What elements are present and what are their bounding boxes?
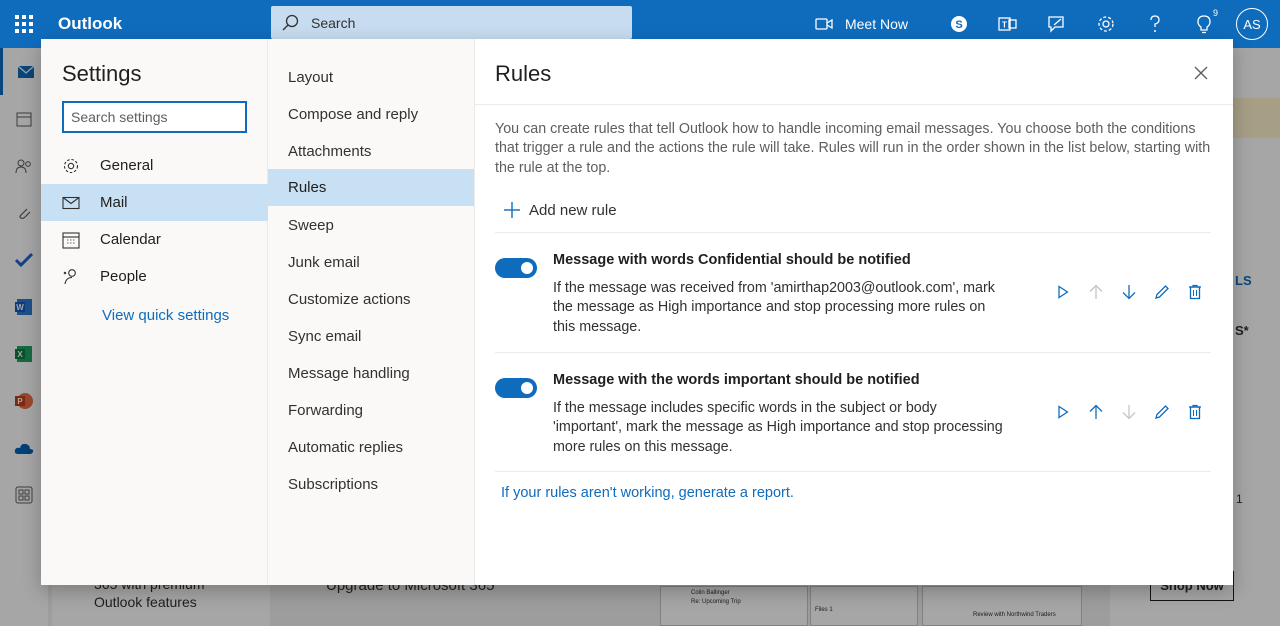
plus-icon xyxy=(504,202,520,218)
trash-icon xyxy=(1188,404,1201,420)
feedback-icon xyxy=(1047,16,1064,33)
search-placeholder: Search xyxy=(311,14,356,31)
section-compose-and-reply[interactable]: Compose and reply xyxy=(268,96,474,133)
move-down-button[interactable] xyxy=(1112,400,1145,424)
category-calendar[interactable]: Calendar xyxy=(41,221,268,258)
add-new-rule-label: Add new rule xyxy=(529,201,617,219)
mail-sections-pane: Layout Compose and reply Attachments Rul… xyxy=(268,39,475,585)
section-forwarding[interactable]: Forwarding xyxy=(268,392,474,429)
move-up-button[interactable] xyxy=(1079,400,1112,424)
teams-icon: T xyxy=(997,17,1017,31)
trash-icon xyxy=(1188,284,1201,300)
view-quick-settings-link[interactable]: View quick settings xyxy=(102,307,229,324)
svg-text:S: S xyxy=(955,19,962,31)
close-icon xyxy=(1194,66,1208,80)
gear-icon xyxy=(63,158,78,173)
section-sync-email[interactable]: Sync email xyxy=(268,318,474,355)
section-sweep[interactable]: Sweep xyxy=(268,207,474,244)
category-people[interactable]: People xyxy=(41,258,268,295)
section-message-handling[interactable]: Message handling xyxy=(268,355,474,392)
section-rules[interactable]: Rules xyxy=(268,169,474,206)
meet-now-button[interactable]: Meet Now xyxy=(815,16,908,32)
tips-badge: 9 xyxy=(1212,8,1218,18)
section-customize-actions[interactable]: Customize actions xyxy=(268,281,474,318)
rule-item: Message with the words important should … xyxy=(495,372,1211,472)
divider xyxy=(495,352,1211,353)
rule-item: Message with words Confidential should b… xyxy=(495,252,1211,352)
rules-description: You can create rules that tell Outlook h… xyxy=(495,121,1211,176)
rule-enabled-toggle[interactable] xyxy=(495,378,537,398)
category-label: Mail xyxy=(100,194,128,211)
delete-rule-button[interactable] xyxy=(1178,280,1211,304)
settings-search-input[interactable] xyxy=(62,101,247,133)
header-divider xyxy=(475,104,1233,105)
page-title: Rules xyxy=(495,61,552,86)
rule-name: Message with words Confidential should b… xyxy=(553,252,911,268)
arrow-down-icon xyxy=(1122,405,1135,420)
rule-enabled-toggle[interactable] xyxy=(495,258,537,278)
people-icon xyxy=(63,268,76,284)
category-label: General xyxy=(100,157,154,174)
section-automatic-replies[interactable]: Automatic replies xyxy=(268,429,474,466)
run-rule-button[interactable] xyxy=(1046,400,1079,424)
avatar[interactable]: AS xyxy=(1236,8,1268,40)
svg-text:T: T xyxy=(1002,21,1007,30)
gear-icon xyxy=(1097,16,1114,32)
skype-icon: S xyxy=(950,16,967,32)
run-rule-button[interactable] xyxy=(1046,280,1079,304)
play-icon xyxy=(1057,405,1069,419)
section-layout[interactable]: Layout xyxy=(268,59,474,96)
category-mail[interactable]: Mail xyxy=(41,184,268,221)
lightbulb-icon xyxy=(1196,15,1211,34)
waffle-icon xyxy=(15,15,33,33)
divider xyxy=(495,471,1211,472)
settings-categories-pane: Settings General Mail xyxy=(41,39,268,585)
move-up-button[interactable] xyxy=(1079,280,1112,304)
calendar-icon xyxy=(61,231,80,249)
rule-description: If the message was received from 'amirth… xyxy=(553,280,995,335)
arrow-up-icon xyxy=(1089,404,1102,419)
play-icon xyxy=(1057,285,1069,299)
settings-title: Settings xyxy=(62,61,142,86)
edit-rule-button[interactable] xyxy=(1145,280,1178,304)
search-icon xyxy=(282,14,299,30)
rule-description: If the message includes specific words i… xyxy=(553,400,1003,455)
rule-actions xyxy=(1046,280,1211,304)
divider xyxy=(495,232,1211,233)
search-box[interactable]: Search xyxy=(271,6,632,39)
generate-report-link[interactable]: If your rules aren't working, generate a… xyxy=(501,485,794,501)
rule-name: Message with the words important should … xyxy=(553,372,920,388)
add-new-rule-button[interactable]: Add new rule xyxy=(503,201,617,219)
settings-dialog: Settings General Mail xyxy=(41,39,1233,585)
arrow-down-icon xyxy=(1122,285,1135,300)
edit-rule-button[interactable] xyxy=(1145,400,1178,424)
delete-rule-button[interactable] xyxy=(1178,400,1211,424)
pencil-icon xyxy=(1154,285,1169,299)
arrow-up-icon xyxy=(1089,284,1102,299)
category-label: People xyxy=(100,268,147,285)
section-subscriptions[interactable]: Subscriptions xyxy=(268,466,474,503)
category-label: Calendar xyxy=(100,231,161,248)
meet-now-label: Meet Now xyxy=(844,16,908,32)
move-down-button[interactable] xyxy=(1112,280,1145,304)
rule-actions xyxy=(1046,400,1211,424)
mail-icon xyxy=(61,196,80,209)
section-junk-email[interactable]: Junk email xyxy=(268,244,474,281)
app-name[interactable]: Outlook xyxy=(58,14,271,34)
rules-pane: Rules You can create rules that tell Out… xyxy=(475,39,1233,585)
close-button[interactable] xyxy=(1189,61,1213,85)
category-general[interactable]: General xyxy=(41,147,268,184)
section-attachments[interactable]: Attachments xyxy=(268,133,474,170)
video-camera-icon xyxy=(815,18,833,30)
pencil-icon xyxy=(1154,405,1169,419)
help-icon xyxy=(1149,15,1160,32)
